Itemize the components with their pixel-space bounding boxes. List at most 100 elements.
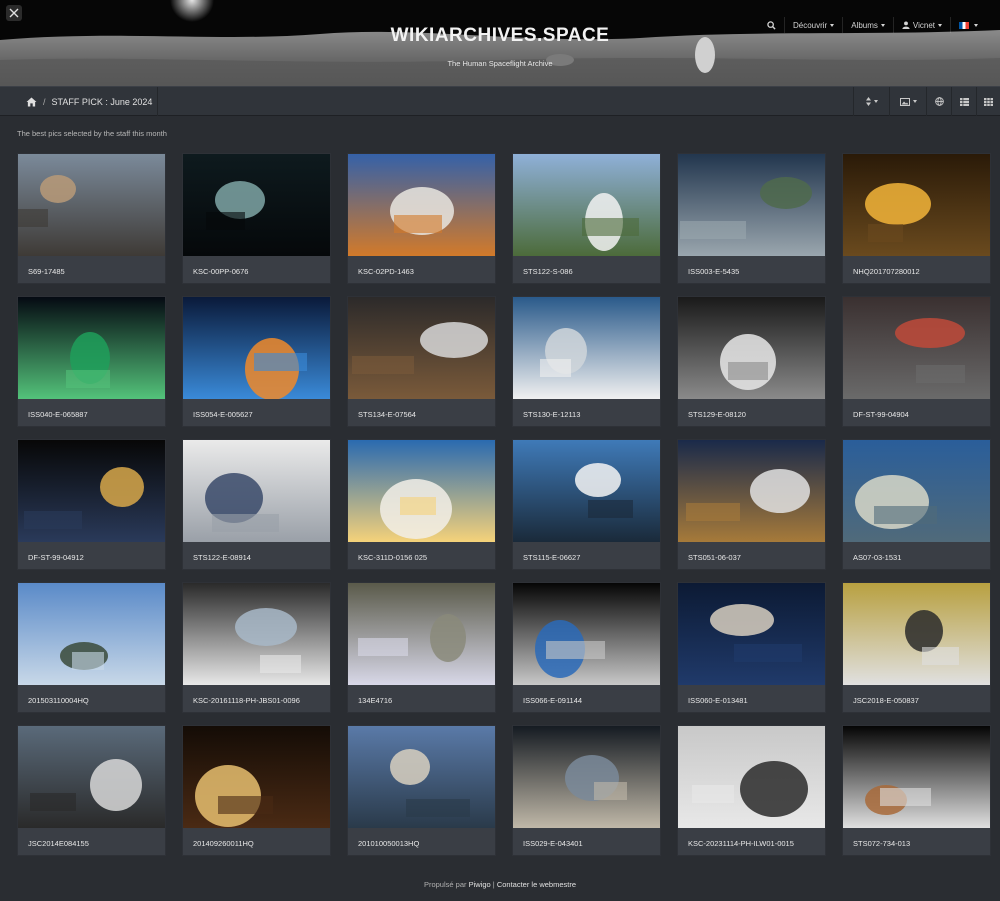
photo-thumbnail[interactable] bbox=[183, 440, 330, 542]
photo-card[interactable]: ISS060-E-013481 bbox=[677, 582, 826, 713]
grid-view-button[interactable] bbox=[976, 87, 1000, 116]
photo-card[interactable]: DF-ST-99-04912 bbox=[17, 439, 166, 570]
photo-card[interactable]: DF-ST-99-04904 bbox=[842, 296, 991, 427]
photo-caption[interactable]: ISS066-E-091144 bbox=[523, 696, 582, 705]
language-menu[interactable] bbox=[950, 17, 986, 33]
photo-caption[interactable]: STS122-S-086 bbox=[523, 267, 573, 276]
photo-caption[interactable]: S69-17485 bbox=[28, 267, 65, 276]
discover-menu[interactable]: Découvrir bbox=[783, 17, 842, 33]
photo-thumbnail[interactable] bbox=[513, 440, 660, 542]
photo-card[interactable]: KSC-00PP-0676 bbox=[182, 153, 331, 284]
photo-thumbnail[interactable] bbox=[843, 726, 990, 828]
photo-card[interactable]: KSC-02PD-1463 bbox=[347, 153, 496, 284]
photo-thumbnail[interactable] bbox=[183, 154, 330, 256]
photo-caption[interactable]: 201503110004HQ bbox=[28, 696, 89, 705]
photo-card[interactable]: KSC-20161118-PH-JBS01-0096 bbox=[182, 582, 331, 713]
photo-thumbnail[interactable] bbox=[843, 297, 990, 399]
breadcrumb-current[interactable]: STAFF PICK : June 2024 bbox=[52, 97, 153, 107]
photo-caption[interactable]: KSC-20231114-PH-ILW01-0015 bbox=[688, 839, 794, 848]
photo-thumbnail[interactable] bbox=[513, 297, 660, 399]
photo-thumbnail[interactable] bbox=[843, 440, 990, 542]
photo-thumbnail[interactable] bbox=[348, 154, 495, 256]
list-view-button[interactable] bbox=[951, 87, 976, 116]
photo-caption[interactable]: KSC-20161118-PH-JBS01-0096 bbox=[193, 696, 300, 705]
photo-thumbnail[interactable] bbox=[678, 583, 825, 685]
photo-card[interactable]: ISS003-E-5435 bbox=[677, 153, 826, 284]
photo-card[interactable]: JSC2014E084155 bbox=[17, 725, 166, 856]
photo-thumbnail[interactable] bbox=[183, 726, 330, 828]
photo-card[interactable]: 201010050013HQ bbox=[347, 725, 496, 856]
photo-card[interactable]: STS072-734-013 bbox=[842, 725, 991, 856]
photo-thumbnail[interactable] bbox=[843, 154, 990, 256]
photo-thumbnail[interactable] bbox=[678, 726, 825, 828]
photo-thumbnail[interactable] bbox=[18, 440, 165, 542]
photo-thumbnail[interactable] bbox=[843, 583, 990, 685]
photo-thumbnail[interactable] bbox=[348, 440, 495, 542]
photo-thumbnail[interactable] bbox=[348, 726, 495, 828]
photo-thumbnail[interactable] bbox=[513, 583, 660, 685]
photo-thumbnail[interactable] bbox=[18, 154, 165, 256]
photo-card[interactable]: KSC-20231114-PH-ILW01-0015 bbox=[677, 725, 826, 856]
photo-card[interactable]: STS130-E-12113 bbox=[512, 296, 661, 427]
albums-menu[interactable]: Albums bbox=[842, 17, 893, 33]
photo-size-button[interactable] bbox=[889, 87, 926, 116]
photo-thumbnail[interactable] bbox=[18, 726, 165, 828]
contact-webmaster-link[interactable]: Contacter le webmestre bbox=[497, 880, 576, 889]
photo-caption[interactable]: ISS040-E-065887 bbox=[28, 410, 88, 419]
photo-caption[interactable]: STS129-E-08120 bbox=[688, 410, 746, 419]
photo-card[interactable]: STS115-E-06627 bbox=[512, 439, 661, 570]
photo-caption[interactable]: STS134-E-07564 bbox=[358, 410, 416, 419]
photo-caption[interactable]: ISS060-E-013481 bbox=[688, 696, 748, 705]
user-menu[interactable]: Vicnet bbox=[892, 17, 950, 33]
photo-thumbnail[interactable] bbox=[513, 726, 660, 828]
photo-card[interactable]: 134E4716 bbox=[347, 582, 496, 713]
photo-card[interactable]: ISS029-E-043401 bbox=[512, 725, 661, 856]
photo-thumbnail[interactable] bbox=[348, 297, 495, 399]
photo-caption[interactable]: ISS029-E-043401 bbox=[523, 839, 583, 848]
photo-caption[interactable]: KSC-02PD-1463 bbox=[358, 267, 414, 276]
photo-card[interactable]: S69-17485 bbox=[17, 153, 166, 284]
search-button[interactable] bbox=[759, 17, 784, 33]
photo-caption[interactable]: 134E4716 bbox=[358, 696, 392, 705]
photo-thumbnail[interactable] bbox=[183, 583, 330, 685]
photo-thumbnail[interactable] bbox=[183, 297, 330, 399]
piwigo-link[interactable]: Piwigo bbox=[469, 880, 491, 889]
photo-card[interactable]: STS122-E-08914 bbox=[182, 439, 331, 570]
photo-card[interactable]: KSC-311D-0156 025 bbox=[347, 439, 496, 570]
photo-card[interactable]: 201503110004HQ bbox=[17, 582, 166, 713]
photo-caption[interactable]: ISS003-E-5435 bbox=[688, 267, 739, 276]
photo-thumbnail[interactable] bbox=[348, 583, 495, 685]
photo-caption[interactable]: ISS054-E-005627 bbox=[193, 410, 253, 419]
photo-caption[interactable]: 201409260011HQ bbox=[193, 839, 254, 848]
photo-caption[interactable]: KSC-311D-0156 025 bbox=[358, 553, 427, 562]
photo-caption[interactable]: STS122-E-08914 bbox=[193, 553, 251, 562]
photo-thumbnail[interactable] bbox=[678, 440, 825, 542]
tools-button[interactable] bbox=[6, 5, 22, 21]
photo-caption[interactable]: JSC2014E084155 bbox=[28, 839, 89, 848]
photo-card[interactable]: STS134-E-07564 bbox=[347, 296, 496, 427]
photo-card[interactable]: ISS054-E-005627 bbox=[182, 296, 331, 427]
photo-caption[interactable]: KSC-00PP-0676 bbox=[193, 267, 248, 276]
photo-caption[interactable]: DF-ST-99-04904 bbox=[853, 410, 909, 419]
photo-thumbnail[interactable] bbox=[18, 583, 165, 685]
photo-thumbnail[interactable] bbox=[18, 297, 165, 399]
photo-caption[interactable]: STS115-E-06627 bbox=[523, 553, 580, 562]
photo-thumbnail[interactable] bbox=[513, 154, 660, 256]
photo-card[interactable]: AS07-03-1531 bbox=[842, 439, 991, 570]
photo-card[interactable]: JSC2018-E-050837 bbox=[842, 582, 991, 713]
photo-card[interactable]: ISS066-E-091144 bbox=[512, 582, 661, 713]
sort-order-button[interactable] bbox=[853, 87, 889, 116]
photo-card[interactable]: ISS040-E-065887 bbox=[17, 296, 166, 427]
photo-caption[interactable]: STS051-06-037 bbox=[688, 553, 741, 562]
photo-caption[interactable]: STS072-734-013 bbox=[853, 839, 910, 848]
photo-card[interactable]: 201409260011HQ bbox=[182, 725, 331, 856]
photo-card[interactable]: STS122-S-086 bbox=[512, 153, 661, 284]
photo-caption[interactable]: STS130-E-12113 bbox=[523, 410, 580, 419]
map-view-button[interactable] bbox=[926, 87, 951, 116]
photo-caption[interactable]: DF-ST-99-04912 bbox=[28, 553, 84, 562]
photo-thumbnail[interactable] bbox=[678, 297, 825, 399]
photo-caption[interactable]: 201010050013HQ bbox=[358, 839, 419, 848]
photo-card[interactable]: STS051-06-037 bbox=[677, 439, 826, 570]
photo-caption[interactable]: NHQ201707280012 bbox=[853, 267, 920, 276]
photo-card[interactable]: STS129-E-08120 bbox=[677, 296, 826, 427]
